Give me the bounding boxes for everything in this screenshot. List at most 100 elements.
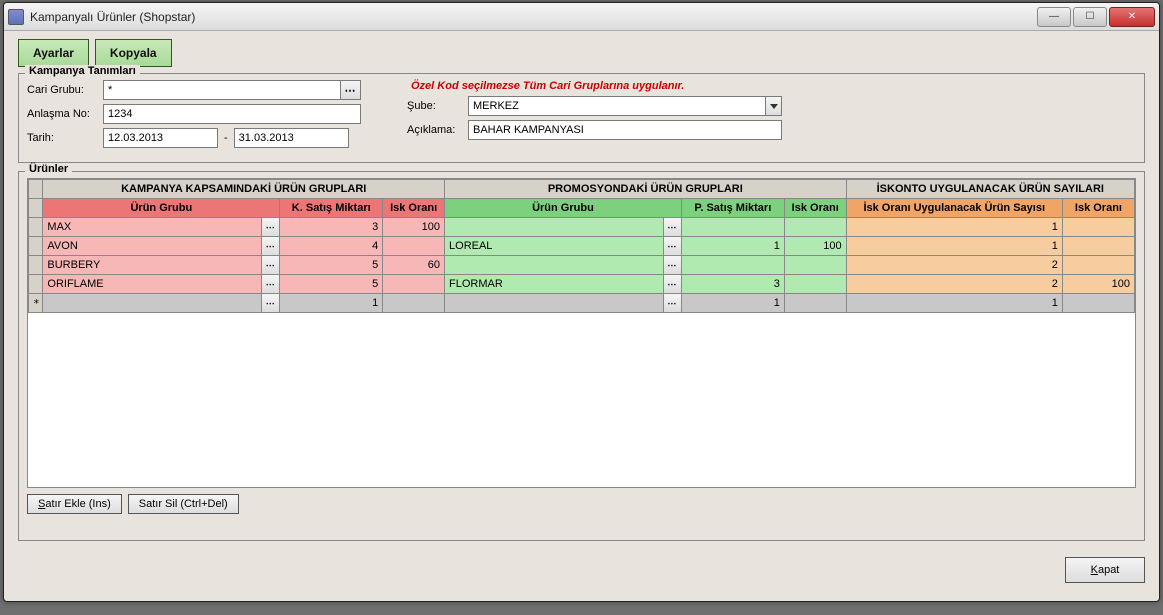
cell-lookup-button[interactable]: ⋯ bbox=[261, 294, 279, 312]
cell-lookup-button[interactable]: ⋯ bbox=[663, 237, 681, 255]
table-cell[interactable]: 1 bbox=[846, 218, 1062, 237]
aciklama-input[interactable]: BAHAR KAMPANYASI bbox=[468, 120, 782, 140]
row-selector[interactable] bbox=[29, 218, 43, 237]
col-isk-orani-b[interactable]: Isk Oranı bbox=[784, 199, 846, 218]
table-cell[interactable]: 100 bbox=[784, 237, 846, 256]
table-empty-row[interactable]: *⋯1⋯11 bbox=[29, 294, 1135, 313]
table-cell[interactable]: 100 bbox=[383, 218, 445, 237]
cell-lookup-button[interactable]: ⋯ bbox=[663, 218, 681, 236]
table-cell[interactable]: ⋯ bbox=[445, 256, 682, 275]
table-row[interactable]: MAX⋯3100 ⋯ 1 bbox=[29, 218, 1135, 237]
table-cell[interactable]: FLORMAR⋯ bbox=[445, 275, 682, 294]
cell-lookup-button[interactable]: ⋯ bbox=[261, 275, 279, 293]
table-cell[interactable]: ⋯ bbox=[445, 294, 682, 313]
table-cell[interactable]: 1 bbox=[280, 294, 383, 313]
cari-grubu-input[interactable]: * bbox=[103, 80, 341, 100]
header-campaign-groups: KAMPANYA KAPSAMINDAKİ ÜRÜN GRUPLARI bbox=[43, 180, 445, 199]
table-cell[interactable]: 5 bbox=[280, 256, 383, 275]
header-discount-counts: İSKONTO UYGULANACAK ÜRÜN SAYILARI bbox=[846, 180, 1134, 199]
row-selector[interactable] bbox=[29, 275, 43, 294]
products-grid[interactable]: KAMPANYA KAPSAMINDAKİ ÜRÜN GRUPLARI PROM… bbox=[27, 178, 1136, 488]
table-row[interactable]: AVON⋯4LOREAL⋯11001 bbox=[29, 237, 1135, 256]
table-cell[interactable] bbox=[383, 275, 445, 294]
sube-select[interactable]: MERKEZ bbox=[468, 96, 766, 116]
table-cell[interactable] bbox=[784, 256, 846, 275]
cell-lookup-button[interactable]: ⋯ bbox=[663, 256, 681, 274]
header-promo-groups: PROMOSYONDAKİ ÜRÜN GRUPLARI bbox=[445, 180, 847, 199]
table-cell[interactable] bbox=[1062, 294, 1134, 313]
add-row-button[interactable]: Satır Ekle (Ins) bbox=[27, 494, 122, 514]
row-selector[interactable] bbox=[29, 256, 43, 275]
table-cell[interactable]: 1 bbox=[846, 237, 1062, 256]
table-cell[interactable]: ⋯ bbox=[445, 218, 682, 237]
table-cell[interactable]: AVON⋯ bbox=[43, 237, 280, 256]
window: Kampanyalı Ürünler (Shopstar) — ☐ ✕ Ayar… bbox=[3, 2, 1160, 602]
table-cell[interactable]: 3 bbox=[681, 275, 784, 294]
col-urun-grubu-b[interactable]: Ürün Grubu bbox=[445, 199, 682, 218]
table-cell[interactable]: ⋯ bbox=[43, 294, 280, 313]
sube-label: Şube: bbox=[407, 100, 462, 112]
settings-button[interactable]: Ayarlar bbox=[18, 39, 89, 67]
table-cell[interactable]: 1 bbox=[681, 294, 784, 313]
col-isk-urun-sayisi[interactable]: İsk Oranı Uygulanacak Ürün Sayısı bbox=[846, 199, 1062, 218]
cell-lookup-button[interactable]: ⋯ bbox=[663, 275, 681, 293]
col-isk-orani-c[interactable]: Isk Oranı bbox=[1062, 199, 1134, 218]
anlasma-no-label: Anlaşma No: bbox=[27, 108, 97, 120]
cell-lookup-button[interactable]: ⋯ bbox=[261, 256, 279, 274]
table-row[interactable]: ORIFLAME⋯5 FLORMAR⋯3 2100 bbox=[29, 275, 1135, 294]
sube-dropdown-button[interactable] bbox=[766, 96, 782, 116]
table-cell[interactable]: 100 bbox=[1062, 275, 1134, 294]
copy-button[interactable]: Kopyala bbox=[95, 39, 172, 67]
col-p-satis-miktari[interactable]: P. Satış Miktarı bbox=[681, 199, 784, 218]
table-cell[interactable]: MAX⋯ bbox=[43, 218, 280, 237]
close-window-button[interactable]: ✕ bbox=[1109, 7, 1155, 27]
minimize-button[interactable]: — bbox=[1037, 7, 1071, 27]
tarih-to-input[interactable]: 31.03.2013 bbox=[234, 128, 349, 148]
col-isk-orani-a[interactable]: Isk Oranı bbox=[383, 199, 445, 218]
tarih-from-input[interactable]: 12.03.2013 bbox=[103, 128, 218, 148]
table-cell[interactable] bbox=[1062, 237, 1134, 256]
close-button[interactable]: Kapat bbox=[1065, 557, 1145, 583]
aciklama-label: Açıklama: bbox=[407, 124, 462, 136]
table-cell[interactable] bbox=[784, 218, 846, 237]
anlasma-no-input[interactable]: 1234 bbox=[103, 104, 361, 124]
table-cell[interactable]: 4 bbox=[280, 237, 383, 256]
campaign-definitions-legend: Kampanya Tanımları bbox=[25, 65, 140, 77]
table-cell[interactable]: 2 bbox=[846, 275, 1062, 294]
table-cell[interactable] bbox=[784, 294, 846, 313]
delete-row-button[interactable]: Satır Sil (Ctrl+Del) bbox=[128, 494, 239, 514]
campaign-definitions-group: Kampanya Tanımları Cari Grubu: * ⋯ Anlaş… bbox=[18, 73, 1145, 163]
cell-lookup-button[interactable]: ⋯ bbox=[663, 294, 681, 312]
titlebar[interactable]: Kampanyalı Ürünler (Shopstar) — ☐ ✕ bbox=[4, 3, 1159, 31]
table-cell[interactable]: 60 bbox=[383, 256, 445, 275]
row-selector-header bbox=[29, 180, 43, 199]
row-selector[interactable]: * bbox=[29, 294, 43, 313]
table-cell[interactable]: 5 bbox=[280, 275, 383, 294]
table-cell[interactable]: ORIFLAME⋯ bbox=[43, 275, 280, 294]
col-urun-grubu-a[interactable]: Ürün Grubu bbox=[43, 199, 280, 218]
maximize-button[interactable]: ☐ bbox=[1073, 7, 1107, 27]
table-cell[interactable] bbox=[1062, 256, 1134, 275]
cell-lookup-button[interactable]: ⋯ bbox=[261, 218, 279, 236]
table-cell[interactable]: BURBERY⋯ bbox=[43, 256, 280, 275]
table-cell[interactable]: 2 bbox=[846, 256, 1062, 275]
table-cell[interactable] bbox=[383, 237, 445, 256]
table-row[interactable]: BURBERY⋯560 ⋯ 2 bbox=[29, 256, 1135, 275]
table-cell[interactable]: LOREAL⋯ bbox=[445, 237, 682, 256]
table-cell[interactable] bbox=[681, 218, 784, 237]
table-cell[interactable] bbox=[1062, 218, 1134, 237]
col-k-satis-miktari[interactable]: K. Satış Miktarı bbox=[280, 199, 383, 218]
row-selector[interactable] bbox=[29, 237, 43, 256]
cari-grubu-note: Özel Kod seçilmezse Tüm Cari Gruplarına … bbox=[411, 80, 684, 92]
products-group: Ürünler KAMPANYA KAPSAMINDAKİ ÜR bbox=[18, 171, 1145, 541]
table-cell[interactable]: 3 bbox=[280, 218, 383, 237]
tarih-separator: - bbox=[224, 132, 228, 144]
table-cell[interactable] bbox=[784, 275, 846, 294]
cari-grubu-lookup-button[interactable]: ⋯ bbox=[341, 80, 361, 100]
table-cell[interactable]: 1 bbox=[846, 294, 1062, 313]
table-cell[interactable] bbox=[383, 294, 445, 313]
table-cell[interactable] bbox=[681, 256, 784, 275]
table-cell[interactable]: 1 bbox=[681, 237, 784, 256]
products-legend: Ürünler bbox=[25, 163, 72, 175]
cell-lookup-button[interactable]: ⋯ bbox=[261, 237, 279, 255]
